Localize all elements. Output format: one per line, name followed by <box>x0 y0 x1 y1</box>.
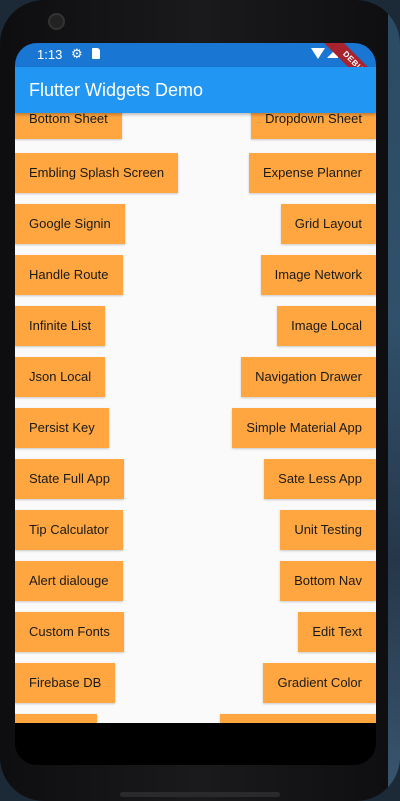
app-bar: Flutter Widgets Demo <box>15 67 376 113</box>
embling-splash-screen-button[interactable]: Embling Splash Screen <box>15 153 179 193</box>
google-signin-button[interactable]: Google Signin <box>15 204 125 244</box>
background-edge <box>388 0 400 801</box>
front-camera <box>48 13 65 30</box>
navigation-drawer-button[interactable]: Navigation Drawer <box>241 357 376 397</box>
system-nav-bar <box>15 723 376 765</box>
image-local-button[interactable]: Image Local <box>277 306 376 346</box>
dropdown-sheet-button[interactable]: Dropdown Sheet <box>251 113 376 139</box>
grid-layout-button[interactable]: Grid Layout <box>280 204 376 244</box>
sd-card-icon <box>92 48 100 59</box>
bottom-speaker <box>120 792 280 797</box>
custom-fonts-button[interactable]: Custom Fonts <box>15 612 124 652</box>
firebase-db-button[interactable]: Firebase DB <box>15 663 116 703</box>
partial-left-button[interactable] <box>15 714 97 723</box>
sate-less-app-button[interactable]: Sate Less App <box>264 459 376 499</box>
status-bar: 1:13 ⚙ DEBUG <box>15 43 376 97</box>
bottom-sheet-button[interactable]: Bottom Sheet <box>15 113 122 139</box>
bottom-nav-button[interactable]: Bottom Nav <box>280 561 376 601</box>
json-local-button[interactable]: Json Local <box>15 357 106 397</box>
page-title: Flutter Widgets Demo <box>29 80 204 100</box>
alert-dialouge-button[interactable]: Alert dialouge <box>15 561 123 601</box>
simple-material-app-button[interactable]: Simple Material App <box>232 408 376 448</box>
phone-device: 1:13 ⚙ DEBUG Flutter Widgets Demo Bottom… <box>0 0 400 801</box>
partial-right-button[interactable] <box>220 714 376 723</box>
persist-key-button[interactable]: Persist Key <box>15 408 109 448</box>
phone-screen: 1:13 ⚙ DEBUG Flutter Widgets Demo Bottom… <box>15 43 376 765</box>
edit-text-button[interactable]: Edit Text <box>298 612 376 652</box>
unit-testing-button[interactable]: Unit Testing <box>280 510 376 550</box>
gradient-color-button[interactable]: Gradient Color <box>263 663 376 703</box>
wifi-icon <box>311 48 325 59</box>
tip-calculator-button[interactable]: Tip Calculator <box>15 510 123 550</box>
image-network-button[interactable]: Image Network <box>260 255 376 295</box>
gear-icon: ⚙ <box>71 46 83 61</box>
widget-list[interactable]: Bottom Sheet Embling Splash Screen Googl… <box>15 113 376 723</box>
expense-planner-button[interactable]: Expense Planner <box>248 153 376 193</box>
handle-route-button[interactable]: Handle Route <box>15 255 123 295</box>
state-full-app-button[interactable]: State Full App <box>15 459 124 499</box>
infinite-list-button[interactable]: Infinite List <box>15 306 106 346</box>
status-time: 1:13 <box>37 47 63 62</box>
